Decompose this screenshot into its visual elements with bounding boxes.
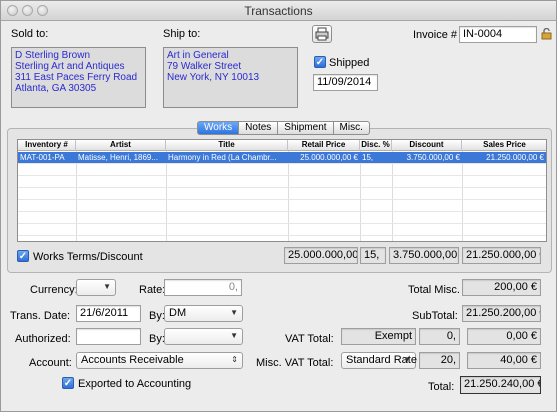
- sold-to-address[interactable]: D Sterling Brown Sterling Art and Antiqu…: [11, 47, 146, 108]
- vat-total-field: 0,00 €: [467, 328, 541, 345]
- table-row[interactable]: MAT-001-PA Matisse, Henri, 1869... Harmo…: [18, 152, 546, 163]
- trans-date-field[interactable]: 21/6/2011: [76, 305, 141, 322]
- transactions-window: Transactions Sold to: Ship to: D Sterlin…: [0, 0, 557, 412]
- account-value: Accounts Receivable: [81, 354, 184, 366]
- rate-label: Rate:: [139, 284, 166, 296]
- column-header[interactable]: Artist: [76, 140, 166, 151]
- currency-label: Currency:: [30, 284, 78, 296]
- table-cell: MAT-001-PA: [20, 153, 65, 162]
- column-header[interactable]: Inventory #: [18, 140, 76, 151]
- trans-date-label: Trans. Date:: [10, 310, 71, 322]
- sales-total-field: 21.250.000,00 €: [462, 247, 541, 264]
- sold-to-line: 311 East Paces Ferry Road: [15, 72, 138, 83]
- authorized-label: Authorized:: [15, 333, 71, 345]
- total-field: 21.250.240,00 €: [460, 376, 541, 394]
- sold-to-line: Sterling Art and Antiques: [15, 61, 125, 72]
- by-label: By:: [149, 310, 165, 322]
- account-select[interactable]: Accounts Receivable ⇕: [76, 352, 243, 369]
- rate-field[interactable]: 0,: [164, 279, 242, 296]
- ship-to-address[interactable]: Art in General 79 Walker Street New York…: [163, 47, 298, 108]
- account-label: Account:: [29, 357, 72, 369]
- tab-works[interactable]: Works: [197, 121, 240, 135]
- shipped-label: Shipped: [329, 57, 370, 69]
- chevron-down-icon: ▼: [230, 308, 238, 317]
- authorized-field[interactable]: [76, 328, 141, 345]
- column-header[interactable]: Title: [166, 140, 288, 151]
- misc-vat-type-select[interactable]: Standard Rate ▼: [341, 352, 417, 369]
- sold-to-label: Sold to:: [11, 28, 49, 40]
- retail-total-field: 25.000.000,00 €: [284, 247, 358, 264]
- misc-vat-total-label: Misc. VAT Total:: [256, 357, 334, 369]
- sold-to-line: Atlanta, GA 30305: [15, 83, 97, 94]
- misc-vat-rate-field: 20,: [419, 352, 460, 369]
- tab-shipment[interactable]: Shipment: [278, 121, 334, 135]
- title-bar: Transactions: [1, 1, 556, 21]
- total-misc-label: Total Misc.: [408, 284, 460, 296]
- ship-to-line: Art in General: [167, 50, 229, 61]
- disc-total-field: 15,: [360, 247, 386, 264]
- works-terms-checkbox[interactable]: ✓: [17, 250, 29, 262]
- invoice-number-field[interactable]: IN-0004: [459, 26, 537, 43]
- table-header: Inventory # Artist Title Retail Price Di…: [18, 140, 546, 151]
- lock-icon[interactable]: [541, 28, 553, 40]
- shipped-checkbox[interactable]: ✓: [314, 56, 326, 68]
- vat-total-label: VAT Total:: [285, 333, 334, 345]
- by-value: DM: [169, 307, 187, 319]
- currency-select[interactable]: ▼: [76, 279, 116, 296]
- tab-bar: Works Notes Shipment Misc.: [197, 121, 370, 135]
- table-cell: Matisse, Henri, 1869...: [78, 153, 159, 162]
- print-button[interactable]: [312, 25, 332, 43]
- subtotal-field: 21.250.200,00 €: [462, 305, 541, 322]
- table-cell: 21.250.000,00 €: [486, 153, 544, 162]
- works-terms-label: Works Terms/Discount: [33, 251, 143, 263]
- ship-to-label: Ship to:: [163, 28, 201, 40]
- window-title: Transactions: [244, 4, 313, 18]
- tab-notes[interactable]: Notes: [239, 121, 279, 135]
- sold-to-line: D Sterling Brown: [15, 50, 91, 61]
- chevron-down-icon: ▼: [230, 331, 238, 340]
- table-cell: 3.750.000,00 €: [406, 153, 460, 162]
- by-select[interactable]: DM ▼: [164, 305, 243, 322]
- subtotal-label: SubTotal:: [412, 310, 458, 322]
- misc-vat-total-field: 40,00 €: [467, 352, 541, 369]
- ship-to-line: 79 Walker Street: [167, 61, 242, 72]
- up-down-chevron-icon: ⇕: [231, 355, 238, 364]
- print-icon: [315, 27, 329, 41]
- column-header[interactable]: Disc. %: [360, 140, 392, 151]
- works-table[interactable]: Inventory # Artist Title Retail Price Di…: [17, 139, 547, 242]
- tab-misc[interactable]: Misc.: [333, 121, 370, 135]
- by-authorized-select[interactable]: ▼: [164, 328, 243, 345]
- chevron-down-icon: ▼: [403, 355, 411, 364]
- column-header[interactable]: Retail Price: [288, 140, 360, 151]
- vat-total-type-field: Exempt: [341, 328, 416, 345]
- invoice-label: Invoice #: [413, 29, 458, 41]
- total-label: Total:: [428, 381, 455, 393]
- column-header[interactable]: Sales Price: [462, 140, 546, 151]
- shipped-date-field[interactable]: 11/09/2014: [313, 74, 378, 91]
- vat-total-rate-field: 0,: [419, 328, 460, 345]
- by-authorized-label: By:: [149, 333, 165, 345]
- exported-label: Exported to Accounting: [78, 378, 192, 390]
- total-misc-field: 200,00 €: [462, 279, 541, 296]
- chevron-down-icon: ▼: [103, 282, 111, 291]
- column-header[interactable]: Discount: [392, 140, 462, 151]
- discount-total-field: 3.750.000,00: [389, 247, 459, 264]
- table-cell: Harmony in Red (La Chambr...: [168, 153, 277, 162]
- table-cell: 25.000.000,00 €: [300, 153, 358, 162]
- table-cell: 15,: [362, 153, 374, 162]
- exported-checkbox[interactable]: ✓: [62, 377, 74, 389]
- ship-to-line: New York, NY 10013: [167, 72, 260, 83]
